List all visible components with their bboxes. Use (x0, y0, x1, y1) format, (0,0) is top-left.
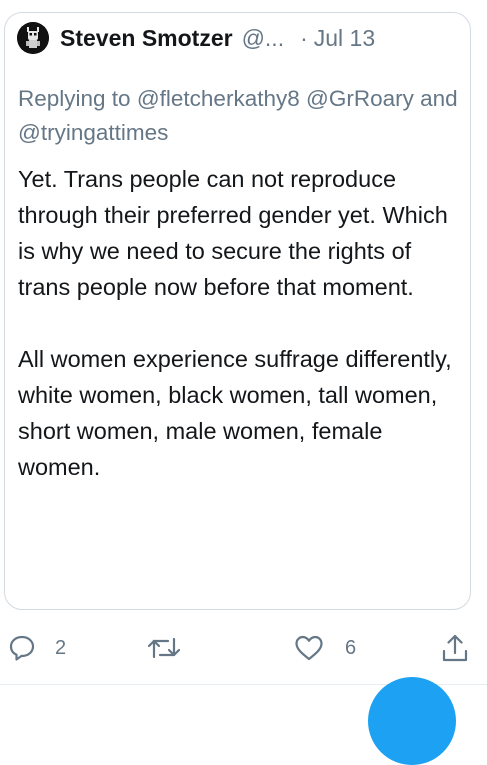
tweet-paragraph: All women experience suffrage differentl… (18, 346, 452, 480)
reply-button[interactable]: 2 (7, 628, 66, 668)
replying-to[interactable]: Replying to @fletcherkathy8 @GrRoary and… (18, 82, 458, 150)
meta-separator: · (300, 24, 308, 51)
share-icon (442, 634, 468, 662)
share-button[interactable] (440, 628, 470, 668)
reply-icon (9, 635, 35, 661)
reply-count: 2 (55, 636, 67, 659)
author-name[interactable]: Steven Smotzer (60, 25, 233, 52)
like-count: 6 (345, 636, 357, 659)
retweet-icon (147, 637, 181, 659)
like-button[interactable]: 6 (293, 628, 356, 668)
tweet-body: Yet. Trans people can not reproduce thro… (18, 161, 458, 485)
compose-fab[interactable] (368, 677, 456, 765)
author-handle[interactable]: @... (242, 25, 285, 52)
tweet-date[interactable]: Jul 13 (314, 25, 375, 52)
tweet-paragraph: Yet. Trans people can not reproduce thro… (18, 166, 448, 300)
tweet-header: Steven Smotzer @... · Jul 13 (17, 22, 457, 54)
avatar[interactable] (17, 22, 49, 54)
like-icon (295, 635, 323, 661)
avatar-image-icon (17, 22, 49, 54)
tweet-actions: 2 6 (0, 628, 487, 668)
retweet-button[interactable] (146, 628, 182, 668)
